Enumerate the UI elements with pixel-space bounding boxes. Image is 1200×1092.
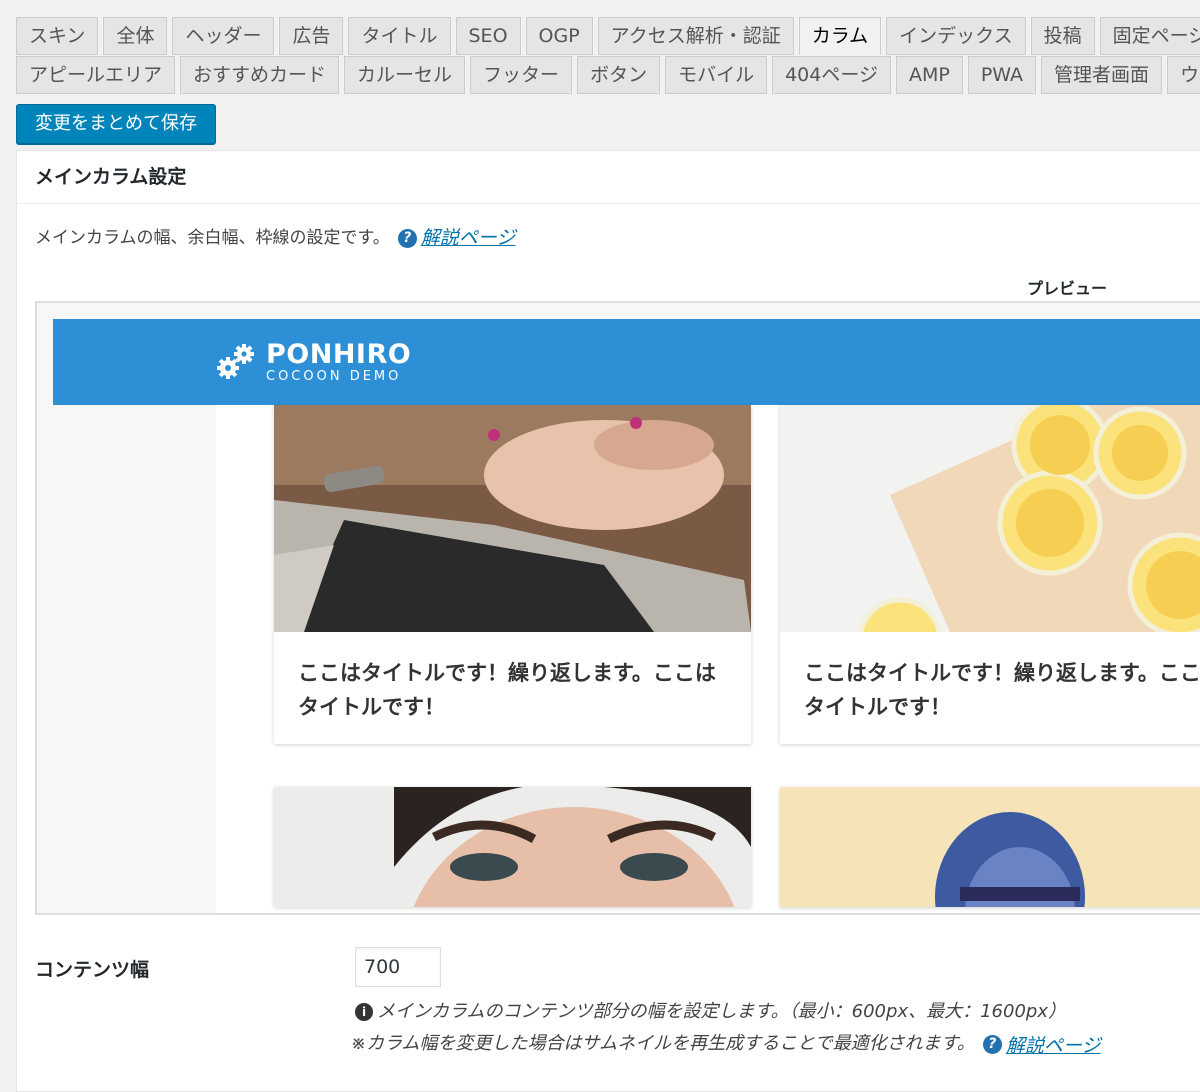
description-text: メインカラムの幅、余白幅、枠線の設定です。 xyxy=(35,228,390,248)
panel-description: メインカラムの幅、余白幅、枠線の設定です。? 解説ページ xyxy=(35,223,515,253)
preview-card: ここはタイトルです！繰り返します。ここはタイトルです！ xyxy=(780,396,1200,744)
preview-card xyxy=(780,787,1200,907)
tab-button[interactable]: ボタン xyxy=(577,56,661,94)
tab-post[interactable]: 投稿 xyxy=(1030,17,1095,55)
settings-tabs: スキン 全体 ヘッダー 広告 タイトル SEO OGP アクセス解析・認証 カラ… xyxy=(16,16,1200,96)
tab-carousel[interactable]: カルーセル xyxy=(344,56,466,94)
tab-recommended-cards[interactable]: おすすめカード xyxy=(180,56,340,94)
preview-card: ここはタイトルです！繰り返します。ここはタイトルです！ xyxy=(274,405,751,744)
main-column-settings-panel: メインカラム設定 メインカラムの幅、余白幅、枠線の設定です。? 解説ページ プレビ… xyxy=(16,150,1200,1092)
tab-title[interactable]: タイトル xyxy=(348,17,451,55)
preview-card xyxy=(274,787,751,907)
content-width-input[interactable] xyxy=(355,947,441,987)
content-width-note-text: ※カラム幅を変更した場合はサムネイルを再生成することで最適化されます。 xyxy=(351,1033,975,1054)
content-width-info: i メインカラムのコンテンツ部分の幅を設定します。（最小：600px、最大：160… xyxy=(355,997,1066,1023)
card-thumbnail-laptop xyxy=(274,405,751,632)
question-circle-icon[interactable]: ? xyxy=(397,228,417,248)
tab-row-1: スキン 全体 ヘッダー 広告 タイトル SEO OGP アクセス解析・認証 カラ… xyxy=(16,17,1200,55)
card-title: ここはタイトルです！繰り返します。ここはタイトルです！ xyxy=(804,661,1200,719)
tab-column[interactable]: カラム xyxy=(798,17,882,55)
tab-row-2: アピールエリア おすすめカード カルーセル フッター ボタン モバイル 404ペ… xyxy=(16,56,1200,94)
tab-appeal-area[interactable]: アピールエリア xyxy=(16,56,176,94)
preview-label: プレビュー xyxy=(1027,279,1108,298)
tab-pwa[interactable]: PWA xyxy=(967,56,1037,94)
tab-ads[interactable]: 広告 xyxy=(279,17,344,55)
tab-admin[interactable]: 管理者画面 xyxy=(1041,56,1163,94)
preview-frame: PONHIRO COCOON DEMO ここはタイトルです！繰り返します。ここは xyxy=(35,301,1200,915)
card-thumbnail-person xyxy=(780,787,1200,907)
panel-title: メインカラム設定 xyxy=(17,151,1200,204)
help-page-link[interactable]: 解説ページ xyxy=(421,227,516,249)
tab-ogp[interactable]: OGP xyxy=(525,17,593,55)
tab-header[interactable]: ヘッダー xyxy=(172,17,275,55)
tab-widget[interactable]: ウィ xyxy=(1167,56,1200,94)
preview-main-column: ここはタイトルです！繰り返します。ここはタイトルです！ ここはタイトルです！繰り… xyxy=(216,396,1200,913)
tab-footer[interactable]: フッター xyxy=(470,56,573,94)
gears-icon xyxy=(217,344,254,379)
card-title: ここはタイトルです！繰り返します。ここはタイトルです！ xyxy=(298,661,716,719)
tab-amp[interactable]: AMP xyxy=(895,56,963,94)
tab-all[interactable]: 全体 xyxy=(103,17,168,55)
preview-site-title: PONHIRO xyxy=(266,339,412,370)
question-circle-icon[interactable]: ? xyxy=(982,1034,1002,1054)
tab-analytics[interactable]: アクセス解析・認証 xyxy=(597,17,794,55)
help-page-link[interactable]: 解説ページ xyxy=(1006,1035,1101,1057)
tab-404[interactable]: 404ページ xyxy=(772,56,891,94)
preview-site-header: PONHIRO COCOON DEMO xyxy=(53,319,1200,405)
tab-mobile[interactable]: モバイル xyxy=(665,56,768,94)
content-width-note: ※カラム幅を変更した場合はサムネイルを再生成することで最適化されます。? 解説ペー… xyxy=(351,1029,1100,1058)
content-width-label: コンテンツ幅 xyxy=(35,959,150,981)
card-thumbnail-lemons xyxy=(780,396,1200,683)
tab-skin[interactable]: スキン xyxy=(16,17,99,55)
tab-seo[interactable]: SEO xyxy=(455,17,521,55)
card-thumbnail-woman-face xyxy=(274,787,751,907)
save-all-button[interactable]: 変更をまとめて保存 xyxy=(16,104,216,144)
content-width-info-text: メインカラムのコンテンツ部分の幅を設定します。（最小：600px、最大：1600… xyxy=(377,1001,1066,1022)
tab-index[interactable]: インデックス xyxy=(886,17,1026,55)
info-circle-icon: i xyxy=(355,1003,373,1021)
preview-site-description: COCOON DEMO xyxy=(266,369,402,384)
tab-page[interactable]: 固定ページ xyxy=(1099,17,1200,55)
